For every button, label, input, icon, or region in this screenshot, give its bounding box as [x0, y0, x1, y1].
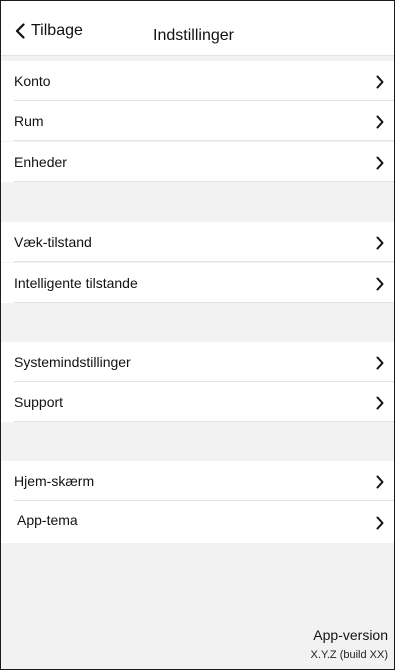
- chevron-right-icon: [376, 516, 384, 535]
- divider: [14, 140, 394, 141]
- divider: [14, 181, 394, 182]
- settings-item-label: Konto: [14, 73, 51, 89]
- app-version: App-version X.Y.Z (build XX): [311, 627, 388, 661]
- settings-item-vaek-tilstand[interactable]: Væk-tilstand: [1, 222, 394, 262]
- app-version-label: App-version: [313, 627, 388, 643]
- chevron-right-icon: [376, 475, 384, 494]
- settings-item-label: App-tema: [17, 512, 78, 528]
- app-version-value: X.Y.Z (build XX): [310, 649, 388, 661]
- divider: [14, 261, 394, 262]
- settings-item-intelligente-tilstande[interactable]: Intelligente tilstande: [1, 263, 394, 303]
- settings-screen: Tilbage Indstillinger Konto Rum Enheder …: [0, 0, 395, 670]
- settings-item-support[interactable]: Support: [1, 382, 394, 422]
- settings-item-konto[interactable]: Konto: [1, 61, 394, 101]
- settings-item-label: Enheder: [14, 154, 67, 170]
- settings-item-rum[interactable]: Rum: [1, 101, 394, 141]
- header-bar: Tilbage Indstillinger: [1, 1, 394, 56]
- chevron-right-icon: [376, 277, 384, 296]
- chevron-right-icon: [376, 396, 384, 415]
- settings-item-hjem-skaerm[interactable]: Hjem-skærm: [1, 461, 394, 501]
- chevron-right-icon: [376, 156, 384, 175]
- divider: [14, 302, 394, 303]
- chevron-right-icon: [376, 115, 384, 134]
- settings-item-label: Support: [14, 394, 64, 410]
- settings-item-systemindstillinger[interactable]: Systemindstillinger: [1, 342, 394, 382]
- chevron-right-icon: [376, 75, 384, 94]
- settings-item-label: Intelligente tilstande: [14, 275, 138, 291]
- settings-item-enheder[interactable]: Enheder: [1, 142, 394, 182]
- settings-item-app-tema[interactable]: App-tema: [1, 501, 394, 543]
- settings-item-label: Rum: [14, 113, 44, 129]
- settings-item-label: Systemindstillinger: [14, 354, 131, 370]
- page-title: Indstillinger: [153, 27, 234, 44]
- divider: [14, 421, 394, 422]
- chevron-right-icon: [376, 356, 384, 375]
- chevron-right-icon: [376, 236, 384, 255]
- settings-item-label: Væk-tilstand: [14, 234, 92, 250]
- settings-item-label: Hjem-skærm: [14, 473, 95, 489]
